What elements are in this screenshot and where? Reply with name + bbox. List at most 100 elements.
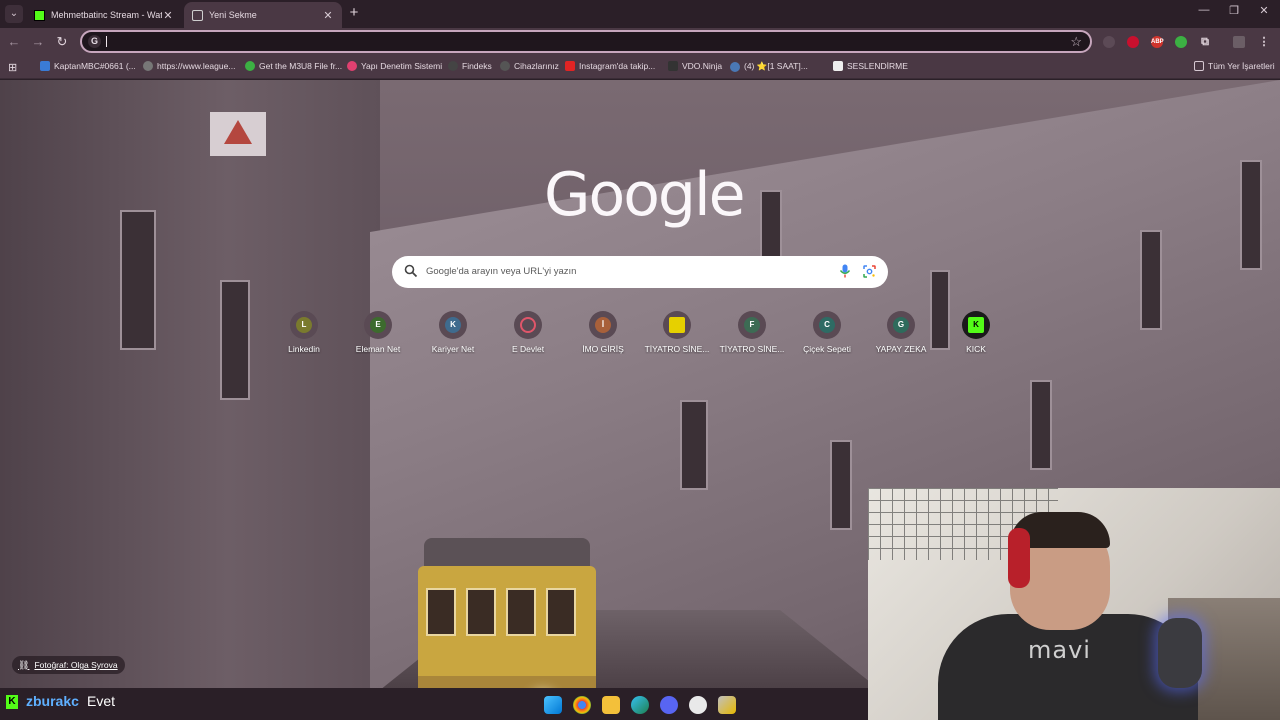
reload-icon[interactable]: ↻ [54,34,70,50]
close-tab-icon[interactable]: ✕ [322,9,334,22]
shortcut-linkedin[interactable]: L Linkedin [267,311,341,354]
profile-avatar[interactable] [1233,36,1245,48]
shield-icon[interactable] [1175,36,1187,48]
bookmark-star-icon[interactable]: ☆ [1070,34,1082,50]
address-bar[interactable]: G ☆ [80,30,1092,53]
shortcut-kick[interactable]: K KICK [939,311,1013,354]
tram-skirt [418,676,596,688]
shortcut-letter: F [744,317,760,333]
google-lens-icon[interactable] [863,265,876,278]
obs-icon[interactable] [689,696,707,714]
file-explorer-icon[interactable] [602,696,620,714]
shortcut-letter: C [819,317,835,333]
shortcut-kariyer-net[interactable]: K Kariyer Net [416,311,490,354]
shortcut-eleman-net[interactable]: E Eleman Net [341,311,415,354]
bookmark-item[interactable]: Cihazlarınız [500,61,559,71]
bookmark-item[interactable]: Instagram'da takip... [565,61,655,71]
chrome-icon[interactable] [573,696,591,714]
microphone-icon[interactable] [839,264,851,278]
tram-window [466,588,496,636]
shirt-logo: mavi [1028,636,1091,664]
search-placeholder: Google'da arayın veya URL'yi yazın [426,266,577,277]
minimize-icon[interactable]: — [1196,4,1212,16]
shortcut-label: KICK [966,344,986,354]
shortcut-letter: L [296,317,312,333]
bookmark-item[interactable]: VDO.Ninja [668,61,722,71]
shortcut-imo-giris[interactable]: İ İMO GİRİŞ [566,311,640,354]
bookmark-favicon [448,61,458,71]
bookmark-favicon [40,61,50,71]
extension-icon[interactable] [1103,36,1115,48]
close-tab-icon[interactable]: ✕ [162,9,174,22]
window [1240,160,1262,270]
bookmark-label: SESLENDİRME [847,61,908,71]
search-box[interactable]: Google'da arayın veya URL'yi yazın [392,256,888,288]
bookmark-item[interactable]: Findeks [448,61,492,71]
back-icon[interactable]: ← [6,34,22,49]
shortcut-tiyatro-2[interactable]: F TİYATRO SİNE... [715,311,789,354]
bookmark-label: Instagram'da takip... [579,61,656,71]
adblock-icon[interactable]: ABP [1151,36,1164,48]
bookmark-label: Tüm Yer İşaretleri [1208,61,1275,71]
bookmark-label: Findeks [462,61,492,71]
tab-title: Yeni Sekme [209,10,257,20]
shortcut-letter: K [968,317,984,333]
link-icon: ⛓ [18,659,30,670]
discord-icon[interactable] [660,696,678,714]
shortcut-label: Çiçek Sepeti [803,344,851,354]
tab-new-tab[interactable]: Yeni Sekme ✕ [184,2,342,28]
photo-credit-link[interactable]: ⛓ Fotoğraf: Olga Syrova [12,656,125,674]
shortcut-yapay-zeka[interactable]: G YAPAY ZEKA [864,311,938,354]
window [1030,380,1052,470]
bookmark-item[interactable]: Yapı Denetim Sistemi [347,61,442,71]
window [220,280,250,400]
text-caret [106,36,107,47]
bookmark-item[interactable]: Get the M3U8 File fr... [245,61,342,71]
bookmark-favicon [500,61,510,71]
shortcut-cicek-sepeti[interactable]: C Çiçek Sepeti [790,311,864,354]
tram-window [546,588,576,636]
bookmark-label: https://www.league... [157,61,236,71]
bookmark-item[interactable]: SESLENDİRME [833,61,908,71]
headset [1008,528,1030,588]
bookmark-item[interactable]: (4) ⭐[1 SAAT]... [730,61,808,72]
extension-icon[interactable] [1127,36,1139,48]
shortcut-letter: K [445,317,461,333]
bookmark-item[interactable]: KaptanMBC#0661 (... [40,61,136,71]
tab-search-button[interactable]: ⌄ [5,5,23,23]
bookmark-label: (4) ⭐[1 SAAT]... [744,61,808,71]
bookmark-item[interactable]: https://www.league... [143,61,235,71]
apps-icon[interactable]: ⊞ [8,61,17,74]
shortcut-label: Kariyer Net [431,344,475,354]
bookmark-label: Yapı Denetim Sistemi [361,61,443,71]
new-tab-button[interactable]: + [346,5,362,21]
shortcut-icon: C [813,311,841,339]
tram-window [426,588,456,636]
puzzle-icon[interactable]: ⧉ [1199,36,1211,48]
chat-username: zburakc [26,693,79,709]
all-bookmarks-folder[interactable]: Tüm Yer İşaretleri [1194,61,1275,71]
microphone [1158,618,1202,688]
bookmark-favicon [833,61,843,71]
restore-icon[interactable]: ❐ [1226,4,1242,17]
google-icon: G [88,35,101,48]
bookmark-favicon [143,61,153,71]
shortcut-icon: F [738,311,766,339]
shortcut-label: Linkedin [288,344,320,354]
edevlet-icon [520,317,536,333]
tab-title: Mehmetbatinc Stream - Watch [51,10,162,20]
shortcut-icon: K [439,311,467,339]
shortcut-e-devlet[interactable]: E Devlet [491,311,565,354]
tab-stream[interactable]: Mehmetbatinc Stream - Watch ✕ [26,2,182,28]
newtab-icon [192,9,203,21]
app-icon[interactable] [718,696,736,714]
bookmark-label: KaptanMBC#0661 (... [54,61,136,71]
shortcut-tiyatro-1[interactable]: TİYATRO SİNE... [640,311,714,354]
bookmark-label: Get the M3U8 File fr... [259,61,343,71]
edge-icon[interactable] [631,696,649,714]
shortcut-label: TİYATRO SİNE... [644,344,710,354]
windows-start-icon[interactable] [544,696,562,714]
menu-icon[interactable]: ⋮ [1258,36,1270,48]
forward-icon[interactable]: → [30,34,46,49]
close-window-icon[interactable]: ✕ [1256,4,1272,17]
